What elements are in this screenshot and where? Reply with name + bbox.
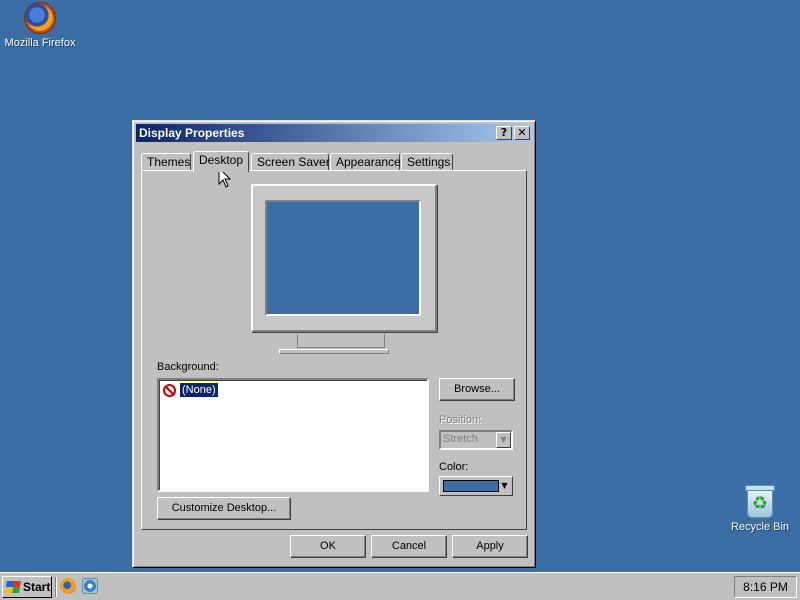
tab-desktop[interactable]: Desktop bbox=[193, 151, 249, 172]
tab-settings[interactable]: Settings bbox=[401, 153, 453, 171]
desktop-icon-label: Recycle Bin bbox=[730, 521, 790, 533]
monitor-base bbox=[279, 349, 389, 354]
desktop-tab-panel: Background: (None) Browse... Position: S… bbox=[141, 170, 527, 530]
apply-button[interactable]: Apply bbox=[452, 535, 528, 558]
no-symbol-icon bbox=[163, 383, 176, 397]
list-item-label: (None) bbox=[179, 382, 219, 398]
background-list[interactable]: (None) bbox=[157, 378, 429, 492]
position-label: Position: bbox=[439, 414, 482, 426]
monitor-screen-preview bbox=[265, 200, 421, 316]
list-item[interactable]: (None) bbox=[163, 382, 219, 398]
chevron-down-icon: ▼ bbox=[496, 432, 511, 448]
tab-screen-saver[interactable]: Screen Saver bbox=[251, 153, 330, 171]
windows-logo-icon bbox=[5, 581, 21, 593]
desktop-icon-recycle-bin[interactable]: Recycle Bin bbox=[720, 485, 800, 533]
color-picker[interactable]: ▼ bbox=[439, 476, 513, 496]
tab-appearance[interactable]: Appearance bbox=[330, 153, 401, 171]
recycle-bin-icon bbox=[745, 485, 775, 518]
customize-desktop-button[interactable]: Customize Desktop... bbox=[157, 497, 291, 520]
internet-explorer-icon[interactable] bbox=[82, 578, 98, 594]
browse-button[interactable]: Browse... bbox=[439, 378, 515, 401]
title-bar[interactable]: Display Properties ? ✕ bbox=[136, 124, 532, 142]
background-label: Background: bbox=[157, 361, 219, 373]
monitor-stand bbox=[297, 334, 385, 348]
quick-launch-separator bbox=[55, 577, 57, 597]
taskbar: Start 8:16 PM bbox=[0, 572, 800, 600]
firefox-quicklaunch-icon[interactable] bbox=[60, 578, 76, 594]
position-select[interactable]: Stretch ▼ bbox=[439, 430, 513, 450]
display-properties-window: Display Properties ? ✕ Themes Desktop Sc… bbox=[132, 120, 536, 568]
monitor-preview bbox=[251, 184, 437, 332]
clock-time: 8:16 PM bbox=[743, 580, 788, 594]
desktop-icon-label: Mozilla Firefox bbox=[4, 37, 76, 49]
help-button[interactable]: ? bbox=[496, 126, 512, 140]
close-button[interactable]: ✕ bbox=[514, 126, 530, 140]
firefox-icon bbox=[24, 2, 56, 34]
tab-themes[interactable]: Themes bbox=[141, 153, 191, 171]
cancel-button[interactable]: Cancel bbox=[371, 535, 447, 558]
start-button[interactable]: Start bbox=[2, 576, 52, 598]
desktop-icon-firefox[interactable]: Mozilla Firefox bbox=[0, 2, 80, 49]
position-value: Stretch bbox=[443, 433, 478, 445]
system-tray-clock[interactable]: 8:16 PM bbox=[734, 576, 797, 598]
color-swatch bbox=[443, 480, 499, 492]
ok-button[interactable]: OK bbox=[290, 535, 366, 558]
chevron-down-icon: ▼ bbox=[501, 481, 508, 490]
color-label: Color: bbox=[439, 461, 469, 473]
window-title: Display Properties bbox=[139, 126, 245, 140]
start-label: Start bbox=[23, 580, 51, 594]
